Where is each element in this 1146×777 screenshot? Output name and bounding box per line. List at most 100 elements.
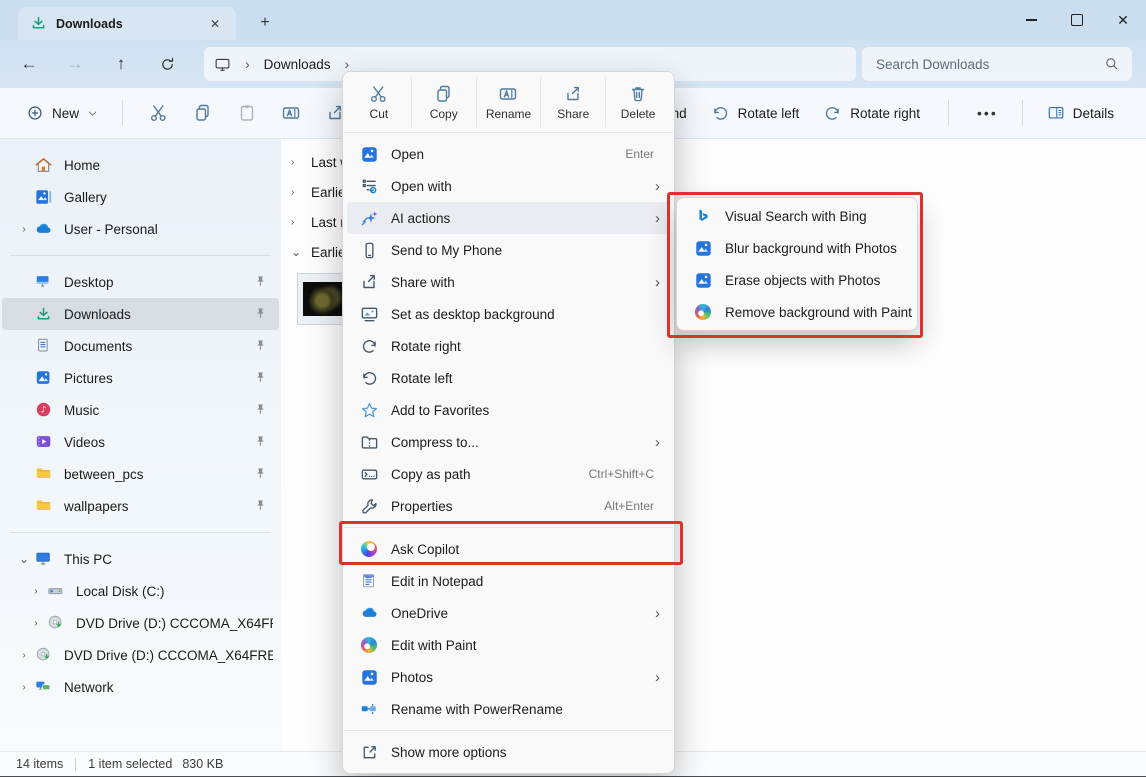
menu-item-open[interactable]: OpenEnter (347, 138, 670, 170)
menu-item-share-with[interactable]: Share with› (347, 266, 670, 298)
sidebar-item-wallpapers[interactable]: wallpapers (2, 490, 279, 522)
sidebar-item-user-personal[interactable]: ›User - Personal (2, 213, 279, 245)
menu-item-send-to-my-phone[interactable]: Send to My Phone (347, 234, 670, 266)
sidebar-item-pictures[interactable]: Pictures (2, 362, 279, 394)
dvd-icon (34, 646, 53, 665)
new-plus-icon (26, 104, 44, 122)
menu-item-rotate-left[interactable]: Rotate left (347, 362, 670, 394)
close-button[interactable]: ✕ (1100, 0, 1146, 40)
chevron-down-icon[interactable]: ⌄ (14, 552, 34, 566)
photos-app-icon (693, 238, 713, 258)
minimize-button[interactable] (1008, 0, 1054, 40)
sidebar-item-documents[interactable]: Documents (2, 330, 279, 362)
menu-item-compress-to[interactable]: Compress to...› (347, 426, 670, 458)
sidebar-item-desktop[interactable]: Desktop (2, 266, 279, 298)
chevron-right-icon[interactable]: › (26, 586, 46, 597)
sidebar-item-videos[interactable]: Videos (2, 426, 279, 458)
new-tab-button[interactable]: + (250, 8, 280, 38)
more-icon: ••• (977, 105, 998, 121)
menu-item-photos[interactable]: Photos› (347, 661, 670, 693)
submenu-item-erase-objects-with-photos[interactable]: Erase objects with Photos (681, 264, 913, 296)
context-share-button[interactable]: Share (541, 77, 606, 127)
selection-size: 830 KB (182, 757, 223, 771)
sidebar-item-this-pc[interactable]: ⌄This PC (2, 543, 279, 575)
downloads-tab-icon (30, 15, 47, 32)
chevron-right-icon[interactable]: › (26, 618, 46, 629)
menu-item-copy-as-path[interactable]: Copy as pathCtrl+Shift+C (347, 458, 670, 490)
rotate-left-icon (711, 104, 730, 123)
chevron-right-icon[interactable]: › (14, 682, 34, 693)
submenu-item-remove-background-with-paint[interactable]: Remove background with Paint (681, 296, 913, 328)
sidebar-item-local-disk-c[interactable]: ›Local Disk (C:) (2, 575, 279, 607)
pin-icon (253, 370, 269, 386)
sidebar-item-network[interactable]: ›Network (2, 671, 279, 703)
new-button[interactable]: New (16, 98, 108, 128)
star-icon (359, 400, 379, 420)
ai-actions-submenu: Visual Search with BingBlur background w… (676, 197, 918, 331)
sidebar-item-dvd-drive-d-cccoma-x64fre-en-us[interactable]: ›DVD Drive (D:) CCCOMA_X64FRE_EN-US_ (2, 607, 279, 639)
sidebar-item-downloads[interactable]: Downloads (2, 298, 279, 330)
documents-icon (34, 337, 53, 356)
menu-shortcut: Ctrl+Shift+C (589, 467, 654, 481)
menu-item-set-as-desktop-background[interactable]: Set as desktop background (347, 298, 670, 330)
photos-app-icon (359, 144, 379, 164)
submenu-item-blur-background-with-photos[interactable]: Blur background with Photos (681, 232, 913, 264)
chevron-right-icon[interactable]: › (291, 157, 303, 168)
submenu-item-visual-search-with-bing[interactable]: Visual Search with Bing (681, 200, 913, 232)
chevron-down-icon[interactable]: ⌄ (291, 245, 303, 259)
rotate-right-button[interactable]: Rotate right (813, 97, 930, 130)
rotate-left-button[interactable]: Rotate left (701, 97, 810, 130)
phone-icon (359, 240, 379, 260)
tab-downloads[interactable]: Downloads ✕ (18, 7, 236, 40)
menu-item-onedrive[interactable]: OneDrive› (347, 597, 670, 629)
sidebar-item-between-pcs[interactable]: between_pcs (2, 458, 279, 490)
sidebar-item-dvd-drive-d-cccoma-x64fre-en-us-d[interactable]: › DVD Drive (D:) CCCOMA_X64FRE_EN-US_D (2, 639, 279, 671)
chevron-right-icon[interactable]: › (291, 217, 303, 228)
maximize-button[interactable] (1054, 0, 1100, 40)
menu-item-ask-copilot[interactable]: Ask Copilot (347, 533, 670, 565)
thispc-icon (34, 550, 53, 569)
up-button[interactable]: ↑ (104, 47, 138, 81)
folder-icon (34, 497, 53, 516)
photos-app-icon (693, 270, 713, 290)
pin-icon (253, 498, 269, 514)
sidebar-item-home[interactable]: Home (2, 149, 279, 181)
toolbar-divider (1022, 100, 1023, 126)
breadcrumb-downloads[interactable]: Downloads (264, 57, 331, 72)
tab-close-icon[interactable]: ✕ (204, 13, 226, 35)
details-button[interactable]: Details (1037, 97, 1124, 129)
pictures-icon (34, 369, 53, 388)
powerrename-icon (359, 699, 379, 719)
see-more-button[interactable]: ••• (967, 98, 1008, 128)
chevron-right-icon[interactable]: › (291, 187, 303, 198)
menu-item-properties[interactable]: PropertiesAlt+Enter (347, 490, 670, 522)
menu-item-ai-actions[interactable]: AI actions› (347, 202, 670, 234)
context-cut-button[interactable]: Cut (347, 77, 412, 127)
chevron-right-icon[interactable]: › (14, 650, 34, 661)
menu-item-add-to-favorites[interactable]: Add to Favorites (347, 394, 670, 426)
sidebar-item-music[interactable]: ♪Music (2, 394, 279, 426)
context-menu: CutCopyRenameShareDelete OpenEnterOpen w… (342, 71, 675, 774)
menu-separator (344, 132, 673, 133)
search-box[interactable]: Search Downloads (862, 47, 1132, 81)
sidebar-item-label: wallpapers (64, 499, 253, 514)
sidebar-item-label: DVD Drive (D:) CCCOMA_X64FRE_EN-US_D (64, 648, 273, 663)
network-icon (34, 678, 53, 697)
menu-shortcut: Alt+Enter (604, 499, 654, 513)
menu-item-show-more-options[interactable]: Show more options (347, 736, 670, 768)
context-delete-button[interactable]: Delete (606, 77, 670, 127)
chevron-right-icon[interactable]: › (14, 224, 34, 235)
cut-button[interactable] (137, 95, 181, 131)
copy-button[interactable] (181, 95, 225, 131)
menu-item-edit-in-notepad[interactable]: Edit in Notepad (347, 565, 670, 597)
context-rename-button[interactable]: Rename (477, 77, 542, 127)
rename-button[interactable] (269, 95, 313, 131)
menu-item-open-with[interactable]: Open with› (347, 170, 670, 202)
menu-item-rename-with-powerrename[interactable]: Rename with PowerRename (347, 693, 670, 725)
context-copy-button[interactable]: Copy (412, 77, 477, 127)
back-button[interactable]: ← (12, 47, 46, 81)
sidebar-item-gallery[interactable]: Gallery (2, 181, 279, 213)
menu-item-rotate-right[interactable]: Rotate right (347, 330, 670, 362)
refresh-button[interactable] (150, 47, 184, 81)
menu-item-edit-with-paint[interactable]: Edit with Paint (347, 629, 670, 661)
